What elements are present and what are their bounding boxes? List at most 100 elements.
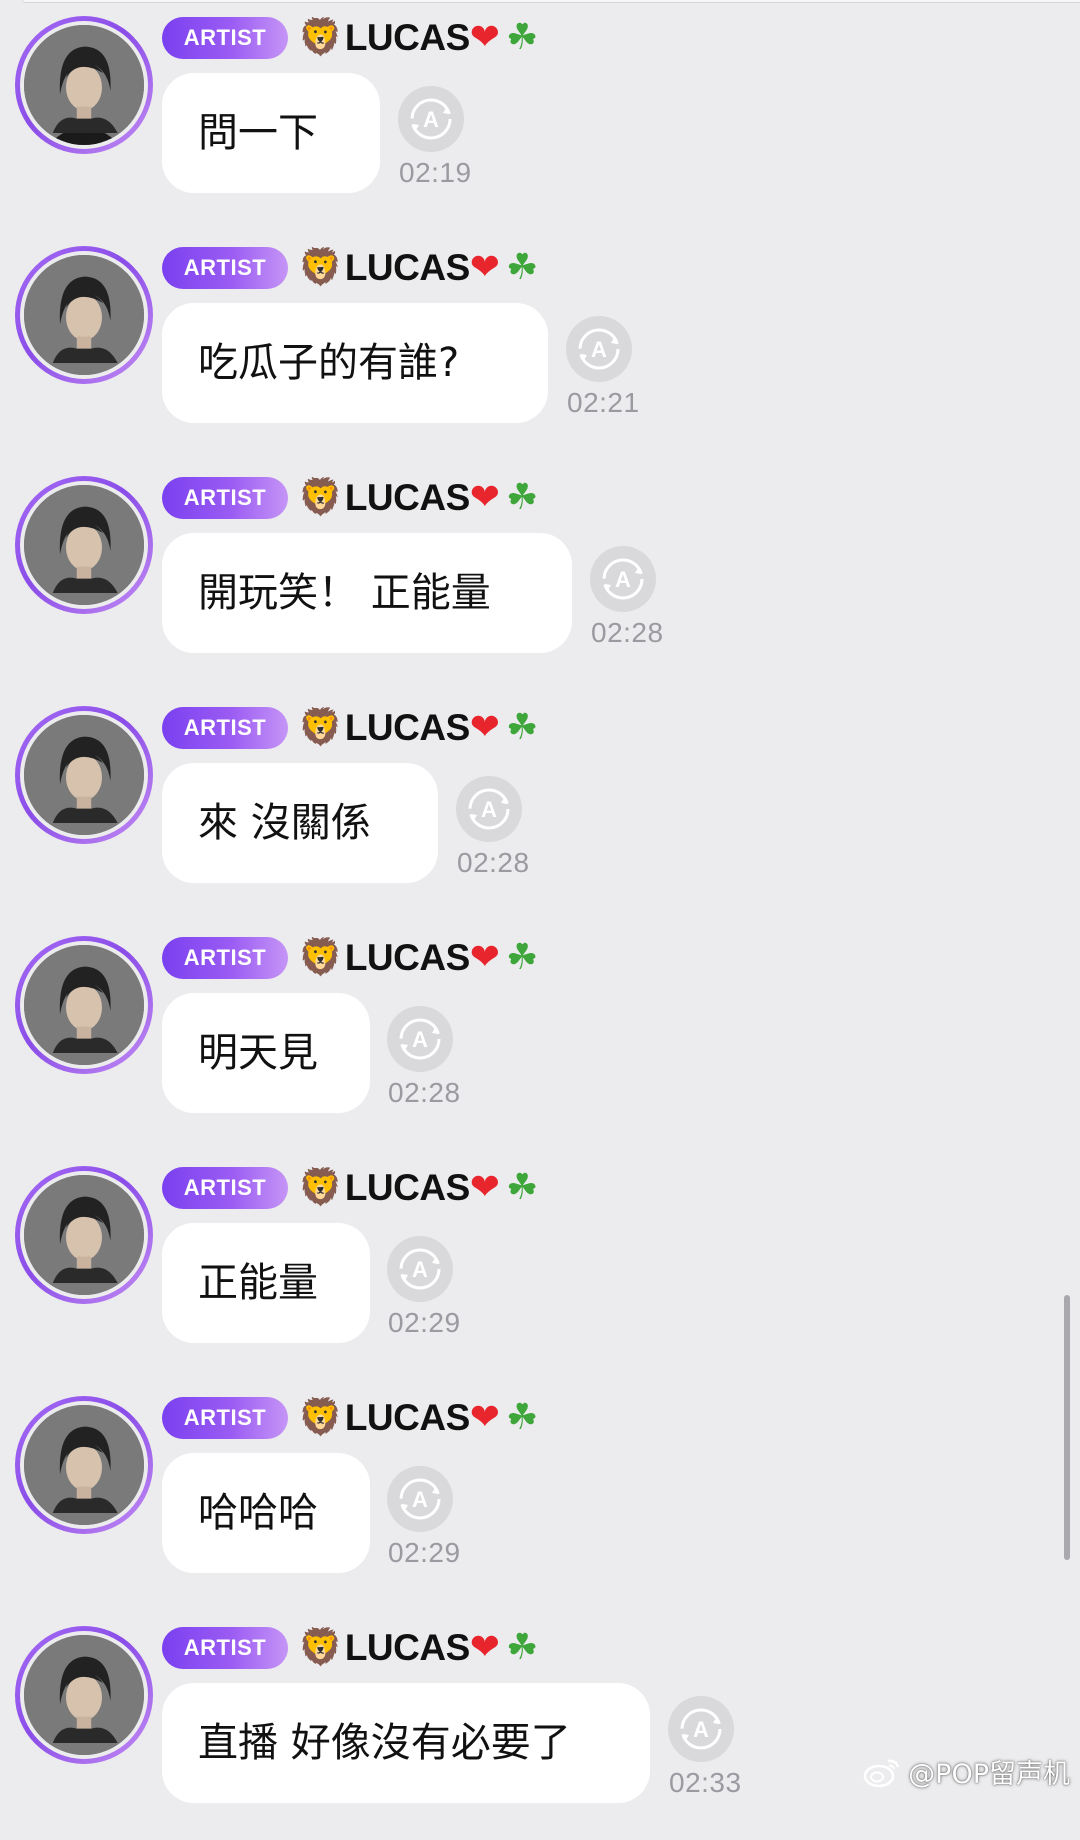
message-bubble[interactable]: 直播 好像沒有必要了 <box>162 1683 650 1803</box>
sender-name: LUCAS <box>344 1627 470 1668</box>
artist-avatar[interactable] <box>15 936 153 1074</box>
sender-name: LUCAS <box>344 17 470 58</box>
translate-icon[interactable]: A <box>566 316 632 382</box>
artist-avatar[interactable] <box>15 476 153 614</box>
artist-badge: ARTIST <box>162 17 288 59</box>
message-bubble[interactable]: 正能量 <box>162 1223 370 1343</box>
clover-icon: ☘ <box>505 17 539 58</box>
message-bubble[interactable]: 問一下 <box>162 73 380 193</box>
sender-name: LUCAS <box>344 477 470 518</box>
svg-text:A: A <box>412 1027 428 1052</box>
message-time: 02:28 <box>591 617 664 648</box>
heart-icon: ❤ <box>469 247 500 288</box>
watermark-text: @POP留声机 <box>908 1759 1070 1790</box>
artist-badge: ARTIST <box>162 707 288 749</box>
svg-text:A: A <box>693 1717 709 1742</box>
translate-icon[interactable]: A <box>387 1006 453 1072</box>
artist-badge: ARTIST <box>162 1167 288 1209</box>
chat-message: ARTIST 🦁 LUCAS ❤ ☘ 問一下 A 02:19 <box>0 0 1080 230</box>
sender-name-line[interactable]: 🦁 LUCAS ❤ ☘ <box>298 704 538 752</box>
clover-icon: ☘ <box>505 1397 539 1438</box>
artist-badge: ARTIST <box>162 1627 288 1669</box>
svg-text:A: A <box>615 567 631 592</box>
watermark: @POP留声机 <box>862 1752 1070 1791</box>
message-bubble[interactable]: 開玩笑！ 正能量 <box>162 533 572 653</box>
message-bubble[interactable]: 來 沒關係 <box>162 763 438 883</box>
artist-avatar[interactable] <box>15 1626 153 1764</box>
clover-icon: ☘ <box>505 707 539 748</box>
sender-name-line[interactable]: 🦁 LUCAS ❤ ☘ <box>298 244 538 292</box>
artist-badge: ARTIST <box>162 937 288 979</box>
heart-icon: ❤ <box>469 1627 500 1668</box>
svg-text:A: A <box>412 1257 428 1282</box>
message-time: 02:33 <box>669 1767 742 1798</box>
artist-badge: ARTIST <box>162 247 288 289</box>
translate-icon[interactable]: A <box>398 86 464 152</box>
artist-avatar[interactable] <box>15 246 153 384</box>
sender-name-line[interactable]: 🦁 LUCAS ❤ ☘ <box>298 1624 538 1672</box>
translate-icon[interactable]: A <box>387 1236 453 1302</box>
sender-name-line[interactable]: 🦁 LUCAS ❤ ☘ <box>298 934 538 982</box>
scrollbar[interactable] <box>1064 1295 1070 1560</box>
message-bubble[interactable]: 哈哈哈 <box>162 1453 370 1573</box>
svg-text:A: A <box>412 1487 428 1512</box>
artist-avatar[interactable] <box>15 16 153 154</box>
lion-icon: 🦁 <box>298 1397 343 1438</box>
chat-message: ARTIST 🦁 LUCAS ❤ ☘ 吃瓜子的有誰? A 02:21 <box>0 230 1080 460</box>
artist-avatar[interactable] <box>15 706 153 844</box>
lion-icon: 🦁 <box>298 477 343 518</box>
sender-name-line[interactable]: 🦁 LUCAS ❤ ☘ <box>298 474 538 522</box>
sender-name: LUCAS <box>344 1397 470 1438</box>
chat-message: ARTIST 🦁 LUCAS ❤ ☘ 明天見 A 02:28 <box>0 920 1080 1150</box>
weibo-icon <box>863 1759 900 1787</box>
message-time: 02:19 <box>399 157 472 188</box>
lion-icon: 🦁 <box>298 1167 343 1208</box>
lion-icon: 🦁 <box>298 247 343 288</box>
artist-avatar[interactable] <box>15 1166 153 1304</box>
sender-name: LUCAS <box>344 937 470 978</box>
message-time: 02:28 <box>388 1077 461 1108</box>
heart-icon: ❤ <box>469 477 500 518</box>
message-time: 02:29 <box>388 1307 461 1338</box>
translate-icon[interactable]: A <box>387 1466 453 1532</box>
sender-name: LUCAS <box>344 707 470 748</box>
clover-icon: ☘ <box>505 1167 539 1208</box>
svg-text:A: A <box>481 797 497 822</box>
sender-name-line[interactable]: 🦁 LUCAS ❤ ☘ <box>298 14 538 62</box>
chat-message: ARTIST 🦁 LUCAS ❤ ☘ 開玩笑！ 正能量 A 02:28 <box>0 460 1080 690</box>
heart-icon: ❤ <box>469 1167 500 1208</box>
clover-icon: ☘ <box>505 247 539 288</box>
chat-message: ARTIST 🦁 LUCAS ❤ ☘ 正能量 A 02:29 <box>0 1150 1080 1380</box>
translate-icon[interactable]: A <box>590 546 656 612</box>
translate-icon[interactable]: A <box>456 776 522 842</box>
chat-message: ARTIST 🦁 LUCAS ❤ ☘ 哈哈哈 A 02:29 <box>0 1380 1080 1610</box>
message-time: 02:21 <box>567 387 640 418</box>
translate-icon[interactable]: A <box>668 1696 734 1762</box>
svg-text:A: A <box>423 107 439 132</box>
sender-name-line[interactable]: 🦁 LUCAS ❤ ☘ <box>298 1394 538 1442</box>
lion-icon: 🦁 <box>298 17 343 58</box>
sender-name: LUCAS <box>344 1167 470 1208</box>
lion-icon: 🦁 <box>298 937 343 978</box>
svg-text:A: A <box>591 337 607 362</box>
lion-icon: 🦁 <box>298 1627 343 1668</box>
message-bubble[interactable]: 明天見 <box>162 993 370 1113</box>
sender-name: LUCAS <box>344 247 470 288</box>
artist-badge: ARTIST <box>162 1397 288 1439</box>
message-time: 02:28 <box>457 847 530 878</box>
artist-avatar[interactable] <box>15 1396 153 1534</box>
clover-icon: ☘ <box>505 477 539 518</box>
message-bubble[interactable]: 吃瓜子的有誰? <box>162 303 548 423</box>
heart-icon: ❤ <box>469 707 500 748</box>
chat-message: ARTIST 🦁 LUCAS ❤ ☘ 來 沒關係 A 02:28 <box>0 690 1080 920</box>
heart-icon: ❤ <box>469 1397 500 1438</box>
artist-badge: ARTIST <box>162 477 288 519</box>
chat-message: ARTIST 🦁 LUCAS ❤ ☘ 直播 好像沒有必要了 A 02:33 <box>0 1610 1080 1840</box>
clover-icon: ☘ <box>505 1627 539 1668</box>
clover-icon: ☘ <box>505 937 539 978</box>
sender-name-line[interactable]: 🦁 LUCAS ❤ ☘ <box>298 1164 538 1212</box>
lion-icon: 🦁 <box>298 707 343 748</box>
heart-icon: ❤ <box>469 937 500 978</box>
heart-icon: ❤ <box>469 17 500 58</box>
message-time: 02:29 <box>388 1537 461 1568</box>
